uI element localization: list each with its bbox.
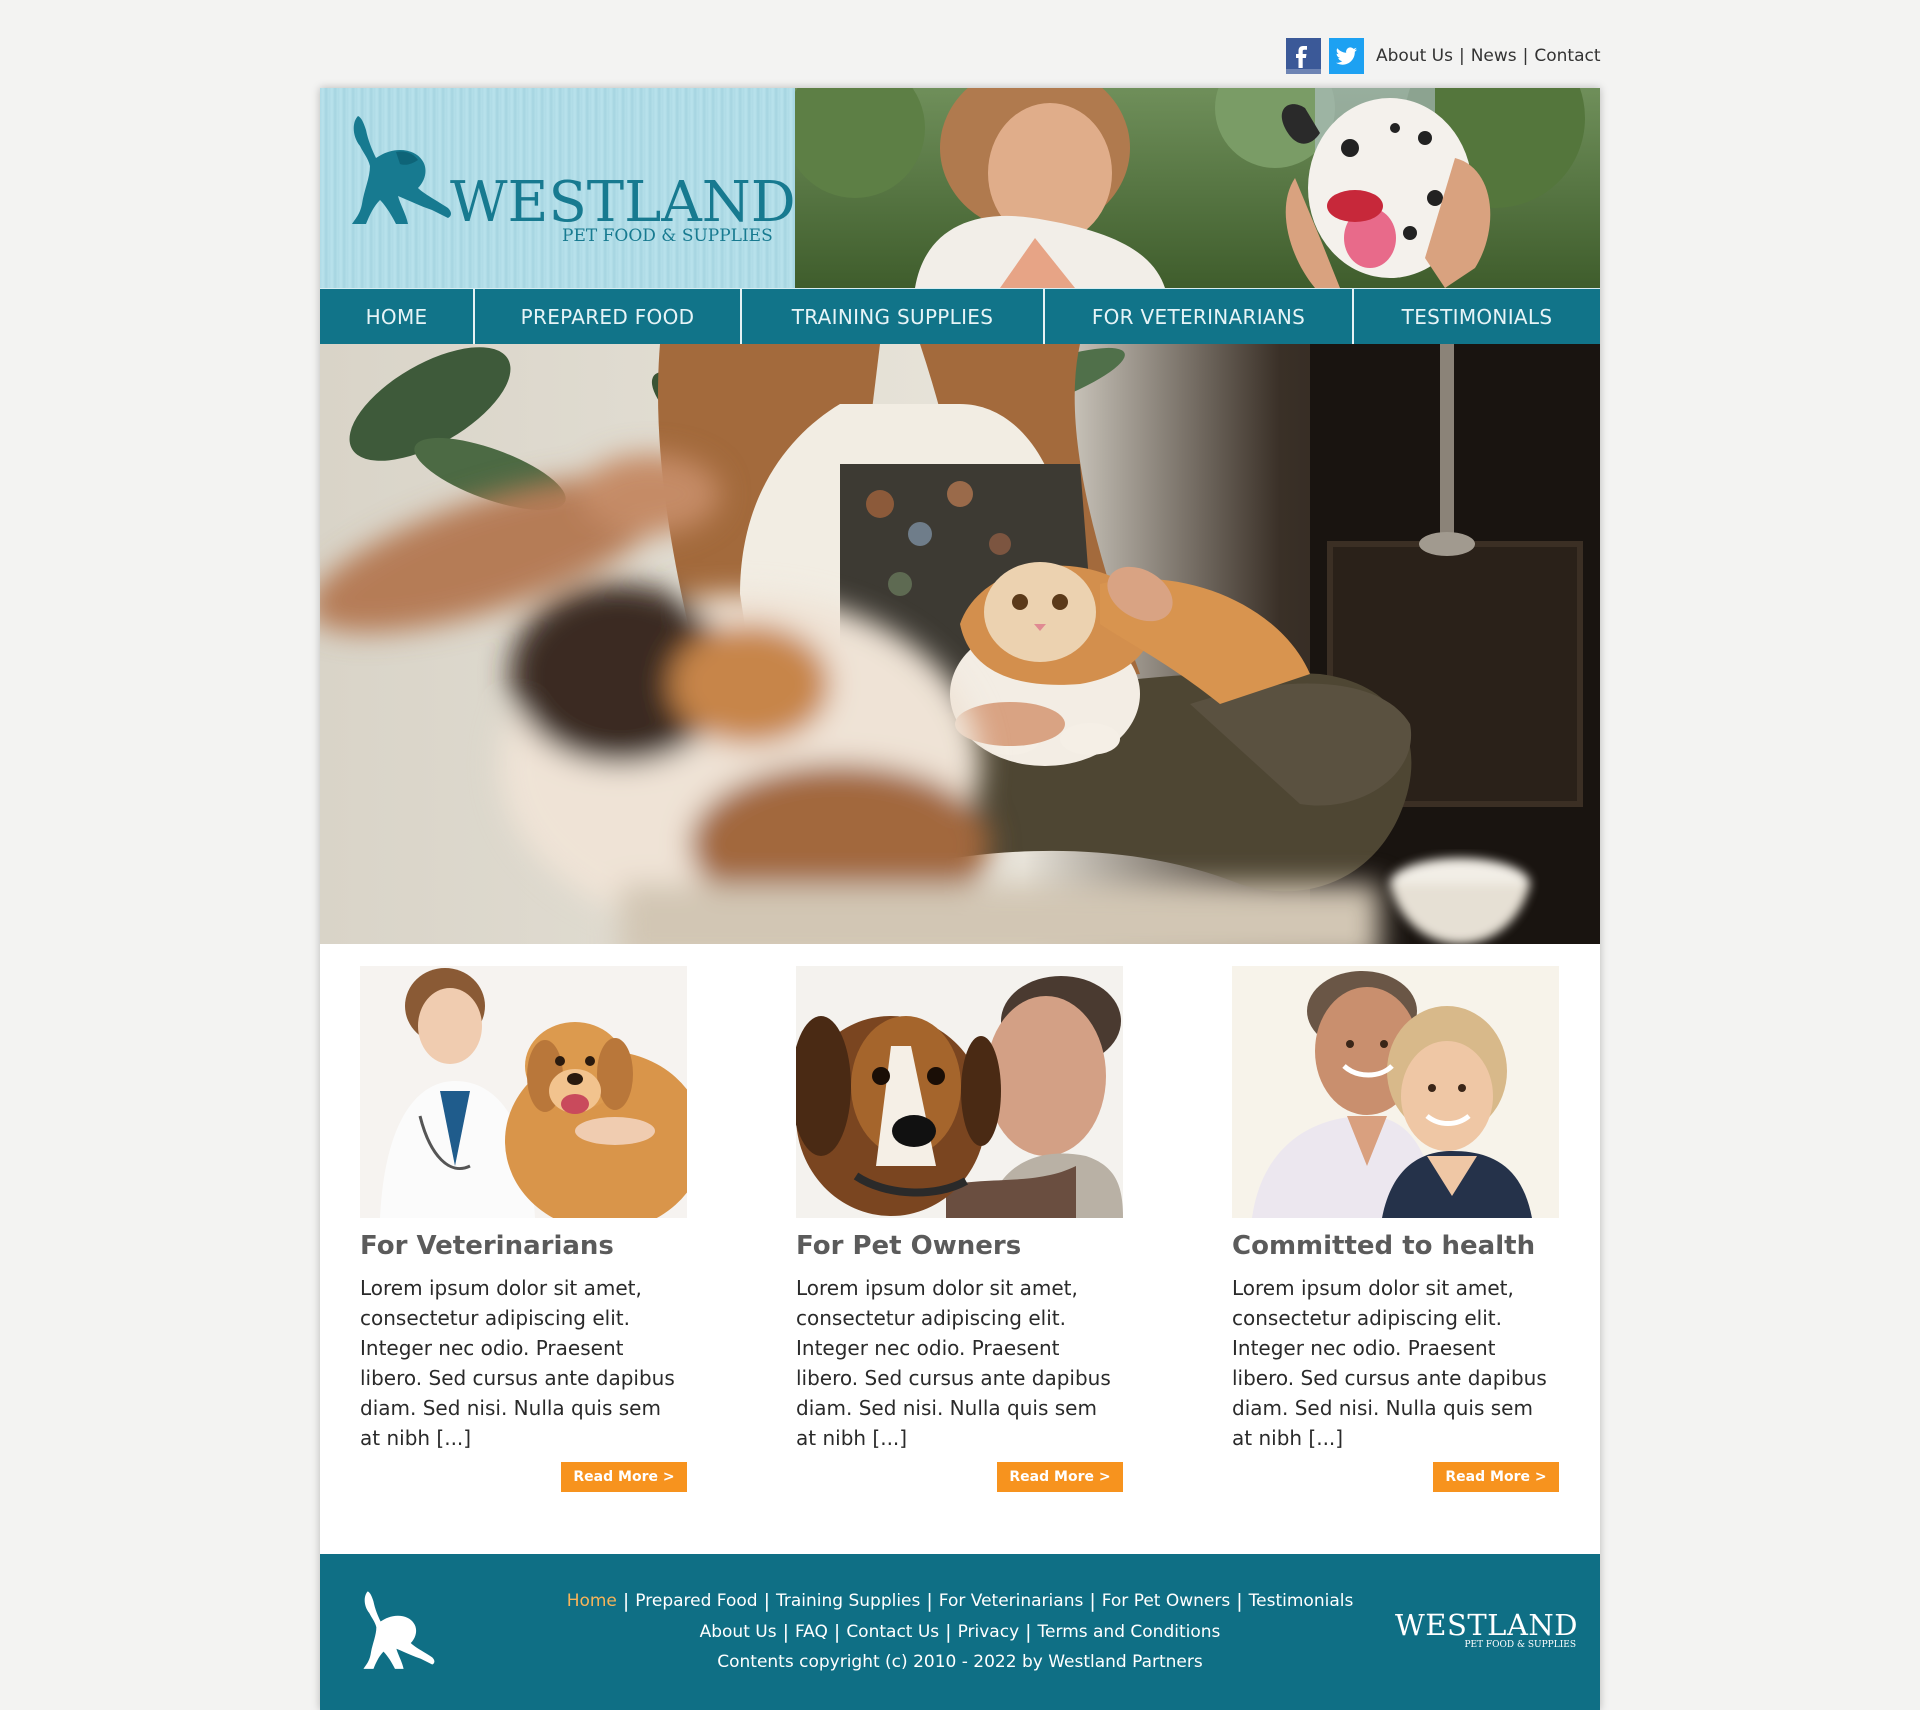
facebook-icon[interactable] xyxy=(1286,38,1321,74)
card-title: For Pet Owners xyxy=(796,1231,1022,1261)
footer-link-training-supplies[interactable]: Training Supplies xyxy=(776,1591,920,1611)
footer-separator: | xyxy=(782,1621,789,1643)
nav-item-testimonials[interactable]: TESTIMONIALS xyxy=(1354,289,1600,344)
dog-logo-icon xyxy=(352,116,451,224)
top-separator: | xyxy=(1458,46,1465,66)
card-photo-man-beagle xyxy=(796,966,1123,1218)
card-text: Lorem ipsum dolor sit amet, consectetur … xyxy=(360,1276,675,1450)
read-more-button[interactable]: Read More > xyxy=(997,1462,1123,1492)
footer-separator: | xyxy=(1236,1590,1243,1612)
card-title: For Veterinarians xyxy=(360,1231,614,1261)
top-link-about[interactable]: About Us xyxy=(1376,46,1453,66)
logo-tagline: PET FOOD & SUPPLIES xyxy=(562,226,773,246)
logo[interactable]: WESTLAND PET FOOD & SUPPLIES xyxy=(320,88,796,288)
card-title: Committed to health xyxy=(1232,1231,1536,1261)
nav-item-home[interactable]: HOME xyxy=(320,289,475,344)
footer-separator: | xyxy=(763,1590,770,1612)
page-container: WESTLAND PET FOOD & SUPPLIES HOME PREPAR… xyxy=(320,88,1600,1710)
footer-link-for-veterinarians[interactable]: For Veterinarians xyxy=(939,1591,1084,1611)
footer-link-privacy[interactable]: Privacy xyxy=(958,1622,1020,1642)
main-nav: HOME PREPARED FOOD TRAINING SUPPLIES FOR… xyxy=(320,288,1600,344)
card-photo-vet-dog xyxy=(360,966,687,1218)
footer-link-for-pet-owners[interactable]: For Pet Owners xyxy=(1102,1591,1231,1611)
footer-link-about-us[interactable]: About Us xyxy=(700,1622,777,1642)
footer-link-prepared-food[interactable]: Prepared Food xyxy=(635,1591,757,1611)
footer-link-faq[interactable]: FAQ xyxy=(795,1622,828,1642)
site-footer: Home | Prepared Food | Training Supplies… xyxy=(320,1554,1600,1710)
site-header: WESTLAND PET FOOD & SUPPLIES xyxy=(320,88,1600,288)
utility-bar: About Us | News | Contact xyxy=(1286,38,1601,74)
top-link-contact[interactable]: Contact xyxy=(1534,46,1600,66)
footer-link-home[interactable]: Home xyxy=(567,1591,617,1611)
footer-logo[interactable]: WESTLAND PET FOOD & SUPPLIES xyxy=(1395,1608,1579,1650)
footer-logo-wordmark: WESTLAND xyxy=(1395,1608,1579,1642)
card-committed-health: Committed to health Lorem ipsum dolor si… xyxy=(1232,966,1559,1492)
footer-link-terms[interactable]: Terms and Conditions xyxy=(1038,1622,1221,1642)
card-photo-couple xyxy=(1232,966,1559,1218)
footer-separator: | xyxy=(945,1621,952,1643)
footer-separator: | xyxy=(833,1621,841,1643)
footer-separator: | xyxy=(622,1590,630,1612)
read-more-button[interactable]: Read More > xyxy=(1433,1462,1559,1492)
top-separator: | xyxy=(1522,46,1529,66)
card-veterinarians: For Veterinarians Lorem ipsum dolor sit … xyxy=(360,966,687,1492)
card-pet-owners: For Pet Owners Lorem ipsum dolor sit ame… xyxy=(796,966,1123,1492)
footer-logo-tagline: PET FOOD & SUPPLIES xyxy=(1464,1640,1577,1650)
top-links: About Us | News | Contact xyxy=(1376,46,1601,66)
card-text: Lorem ipsum dolor sit amet, consectetur … xyxy=(1232,1276,1547,1450)
twitter-icon[interactable] xyxy=(1329,38,1364,74)
header-photo-woman-dalmatian xyxy=(795,88,1600,288)
copyright-text: Contents copyright (c) 2010 - 2022 by We… xyxy=(717,1652,1203,1672)
hero-photo-woman-cat xyxy=(320,344,1600,944)
read-more-button[interactable]: Read More > xyxy=(561,1462,687,1492)
nav-item-prepared-food[interactable]: PREPARED FOOD xyxy=(475,289,742,344)
top-link-news[interactable]: News xyxy=(1471,46,1517,66)
nav-item-for-veterinarians[interactable]: FOR VETERINARIANS xyxy=(1045,289,1354,344)
footer-link-testimonials[interactable]: Testimonials xyxy=(1249,1591,1354,1611)
footer-separator: | xyxy=(1089,1590,1096,1612)
nav-item-training-supplies[interactable]: TRAINING SUPPLIES xyxy=(742,289,1045,344)
feature-cards: For Veterinarians Lorem ipsum dolor sit … xyxy=(320,944,1600,1554)
footer-separator: | xyxy=(926,1590,933,1612)
card-text: Lorem ipsum dolor sit amet, consectetur … xyxy=(796,1276,1111,1450)
footer-link-contact-us[interactable]: Contact Us xyxy=(846,1622,939,1642)
footer-separator: | xyxy=(1025,1621,1032,1643)
